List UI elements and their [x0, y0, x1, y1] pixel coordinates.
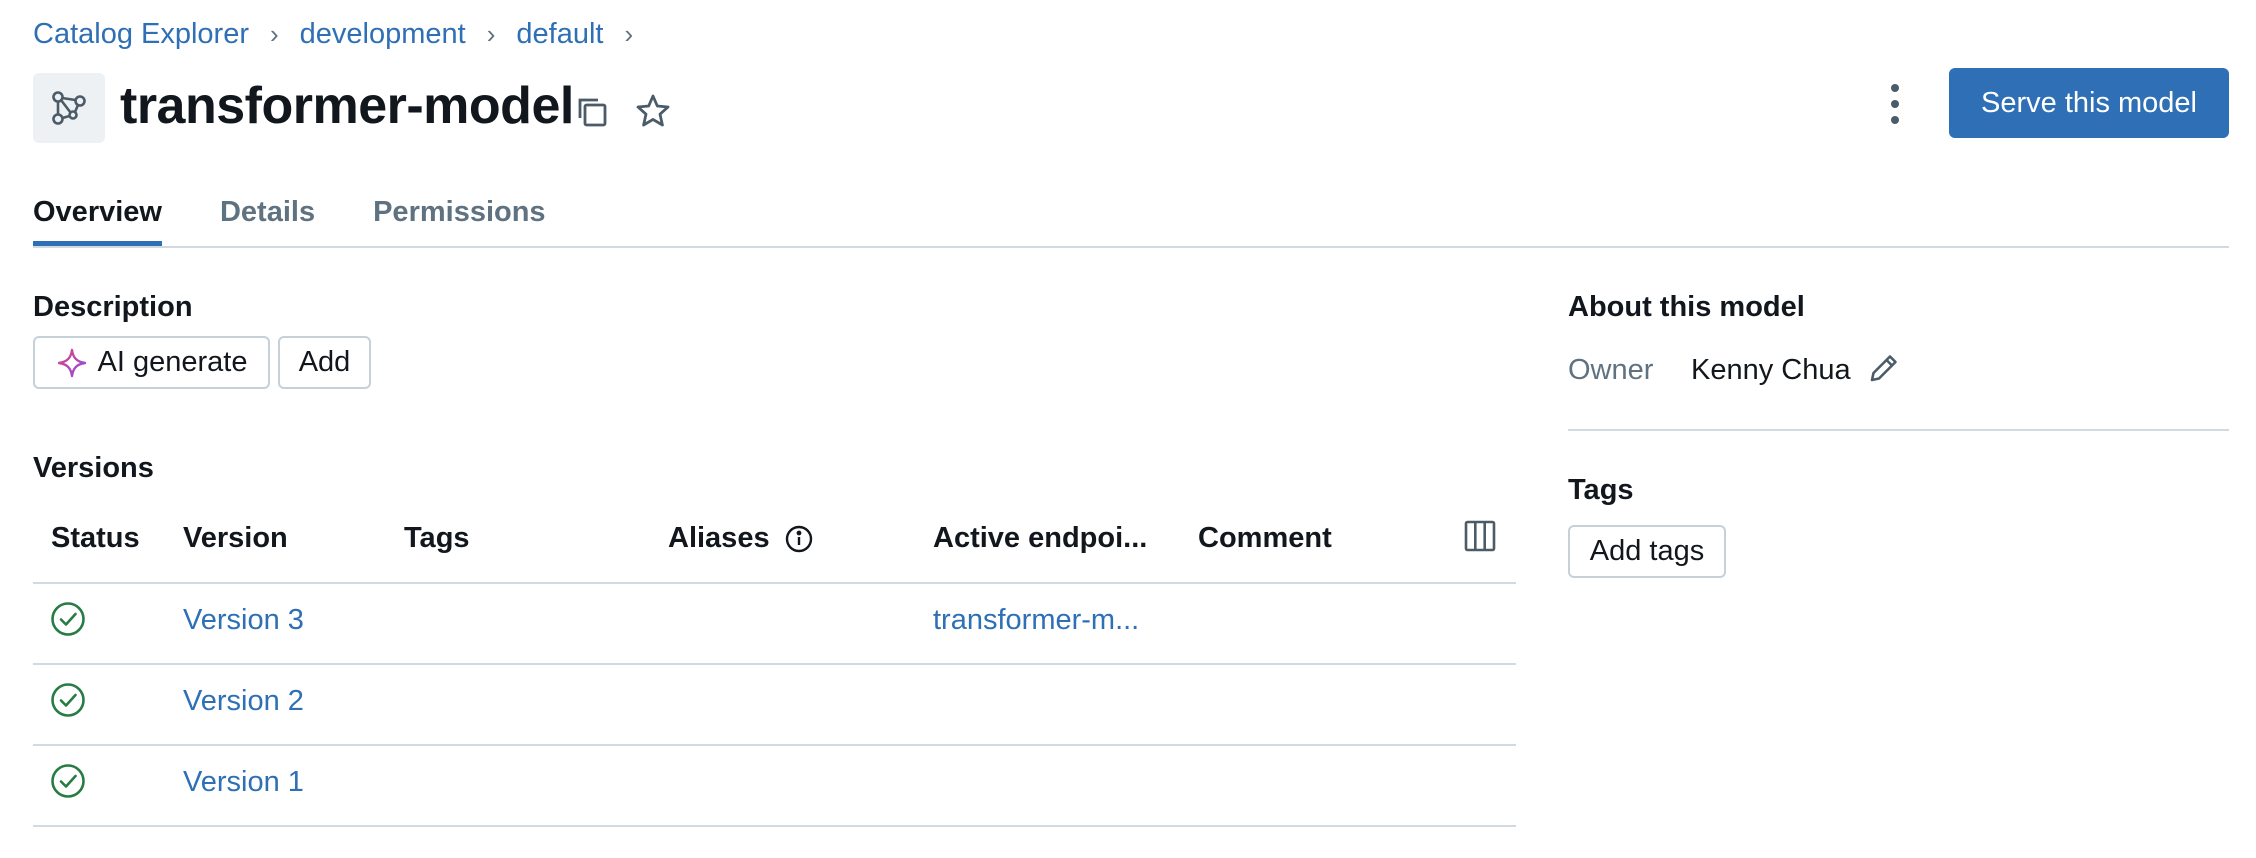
tab-bar: Overview Details Permissions: [33, 196, 604, 247]
pencil-icon[interactable]: [1866, 350, 1902, 391]
versions-label: Versions: [33, 452, 154, 484]
columns-icon[interactable]: [1463, 519, 1497, 558]
tabs-divider: [33, 246, 2229, 248]
breadcrumb-development[interactable]: development: [300, 18, 466, 51]
column-header-status[interactable]: Status: [51, 522, 140, 555]
owner-value: Kenny Chua: [1691, 354, 1851, 386]
active-endpoint-link[interactable]: transformer-m...: [933, 604, 1139, 637]
model-icon: [33, 73, 105, 143]
aliases-header-label: Aliases: [668, 522, 770, 554]
description-label: Description: [33, 291, 193, 323]
owner-label: Owner: [1568, 354, 1654, 386]
add-tags-button[interactable]: Add tags: [1568, 525, 1726, 578]
tab-overview[interactable]: Overview: [33, 196, 162, 247]
kebab-menu-icon[interactable]: [1882, 84, 1908, 124]
about-divider: [1568, 429, 2229, 431]
version-link[interactable]: Version 2: [183, 685, 304, 718]
breadcrumb-catalog-explorer[interactable]: Catalog Explorer: [33, 18, 249, 51]
about-model-label: About this model: [1568, 291, 1805, 323]
version-link[interactable]: Version 3: [183, 604, 304, 637]
table-header-divider: [33, 582, 1516, 584]
ai-generate-button[interactable]: AI generate: [33, 336, 270, 389]
copy-icon[interactable]: [574, 94, 610, 135]
sparkle-icon: [56, 347, 88, 379]
check-circle-icon: [50, 763, 86, 804]
serve-model-button[interactable]: Serve this model: [1949, 68, 2229, 138]
column-header-tags[interactable]: Tags: [404, 522, 470, 555]
ai-generate-label: AI generate: [97, 346, 248, 378]
row-divider: [33, 744, 1516, 746]
tags-label: Tags: [1568, 474, 1634, 506]
column-header-version[interactable]: Version: [183, 522, 288, 555]
breadcrumb-separator: ›: [624, 19, 634, 49]
breadcrumb: Catalog Explorer › development › default…: [33, 18, 654, 51]
tab-permissions[interactable]: Permissions: [373, 196, 545, 243]
star-icon[interactable]: [634, 92, 672, 135]
add-description-button[interactable]: Add: [278, 336, 371, 389]
version-link[interactable]: Version 1: [183, 766, 304, 799]
column-header-comment[interactable]: Comment: [1198, 522, 1332, 555]
check-circle-icon: [50, 682, 86, 723]
tab-details[interactable]: Details: [220, 196, 315, 243]
row-divider: [33, 663, 1516, 665]
breadcrumb-separator: ›: [270, 19, 279, 49]
check-circle-icon: [50, 601, 86, 642]
breadcrumb-default[interactable]: default: [516, 18, 603, 51]
column-header-active-endpoint[interactable]: Active endpoi...: [933, 522, 1147, 555]
breadcrumb-separator: ›: [486, 19, 496, 49]
info-icon[interactable]: [784, 524, 814, 554]
row-divider: [33, 825, 1516, 827]
page-title: transformer-model: [120, 77, 574, 135]
column-header-aliases[interactable]: Aliases: [668, 522, 814, 555]
